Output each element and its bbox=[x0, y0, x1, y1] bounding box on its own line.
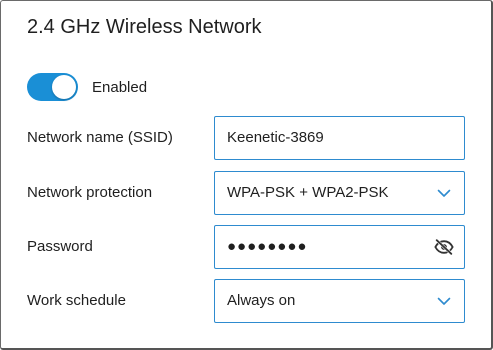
chevron-down-icon bbox=[434, 183, 454, 203]
toggle-knob bbox=[52, 75, 76, 99]
eye-off-icon[interactable] bbox=[434, 237, 454, 257]
ssid-value: Keenetic-3869 bbox=[227, 129, 324, 146]
password-input[interactable]: ●●●●●●●● bbox=[214, 225, 465, 269]
ssid-label: Network name (SSID) bbox=[27, 129, 173, 146]
protection-row: Network protection WPA-PSK + WPA2-PSK bbox=[27, 171, 465, 215]
password-value: ●●●●●●●● bbox=[227, 238, 308, 255]
password-label: Password bbox=[27, 238, 93, 255]
enabled-toggle[interactable] bbox=[27, 73, 78, 101]
schedule-row: Work schedule Always on bbox=[27, 279, 465, 323]
schedule-select[interactable]: Always on bbox=[214, 279, 465, 323]
protection-label: Network protection bbox=[27, 184, 153, 201]
enabled-toggle-row: Enabled bbox=[27, 73, 147, 101]
wireless-settings-panel: 2.4 GHz Wireless Network Enabled Network… bbox=[0, 0, 493, 350]
protection-select[interactable]: WPA-PSK + WPA2-PSK bbox=[214, 171, 465, 215]
ssid-input[interactable]: Keenetic-3869 bbox=[214, 116, 465, 160]
password-row: Password ●●●●●●●● bbox=[27, 225, 465, 269]
enabled-label: Enabled bbox=[92, 78, 148, 96]
ssid-row: Network name (SSID) Keenetic-3869 bbox=[27, 116, 465, 160]
schedule-value: Always on bbox=[227, 292, 296, 309]
schedule-label: Work schedule bbox=[27, 292, 126, 309]
protection-value: WPA-PSK + WPA2-PSK bbox=[227, 184, 389, 201]
page-title: 2.4 GHz Wireless Network bbox=[27, 16, 262, 38]
chevron-down-icon bbox=[434, 291, 454, 311]
